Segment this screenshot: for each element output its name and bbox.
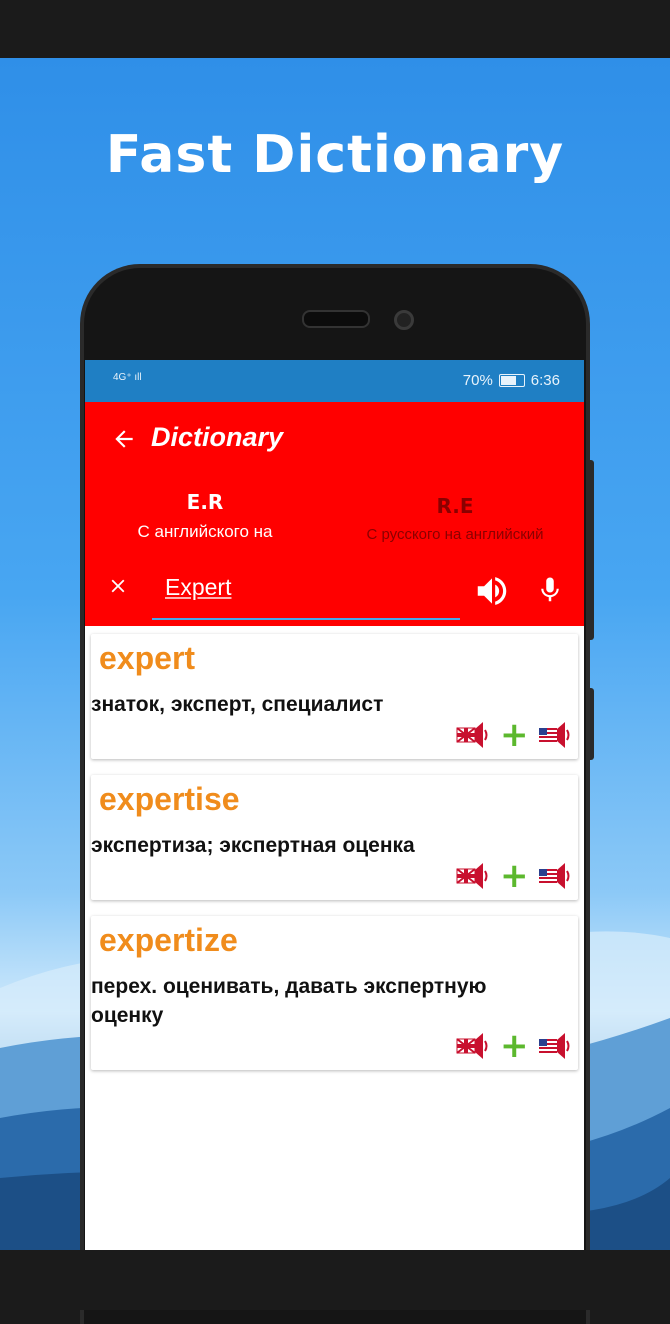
us-pronounce-icon[interactable] — [538, 861, 572, 891]
result-translation: перех. оценивать, давать экспертную оцен… — [91, 975, 487, 1027]
card-actions: + — [456, 718, 572, 752]
microphone-icon[interactable] — [535, 570, 565, 614]
result-card[interactable]: expertize перех. оценивать, давать экспе… — [91, 916, 578, 1070]
search-input[interactable] — [165, 572, 305, 602]
us-pronounce-icon[interactable] — [538, 1031, 572, 1061]
result-translation: знаток, эксперт, специалист — [91, 693, 384, 716]
tab-description: С русского на английский — [366, 526, 544, 543]
result-translation: экспертиза; экспертная оценка — [91, 834, 415, 857]
search-underline — [152, 618, 460, 620]
close-icon[interactable] — [107, 574, 129, 604]
result-card[interactable]: expertise экспертиза; экспертная оценка … — [91, 775, 578, 900]
promo-headline: Fast Dictionary — [105, 125, 565, 185]
arrow-left-icon[interactable] — [111, 426, 137, 459]
signal-indicator: 4G⁺ ıll — [113, 372, 142, 383]
card-actions: + — [456, 1029, 572, 1063]
card-actions: + — [456, 859, 572, 893]
page-title: Dictionary — [151, 422, 284, 452]
speaker-icon[interactable] — [473, 572, 511, 614]
result-card[interactable]: expert знаток, эксперт, специалист + — [91, 634, 578, 759]
result-word: expertize — [99, 922, 238, 958]
tab-code: E.R — [186, 490, 224, 514]
volume-button — [588, 688, 594, 760]
result-word: expertise — [99, 781, 240, 817]
uk-pronounce-icon[interactable] — [456, 861, 490, 891]
app-bar: Dictionary E.R С английского на R.E С ру… — [85, 402, 584, 626]
status-bar: 4G⁺ ıll 70% 6:36 — [85, 360, 584, 402]
us-pronounce-icon[interactable] — [538, 720, 572, 750]
add-icon[interactable]: + — [500, 1029, 529, 1063]
uk-pronounce-icon[interactable] — [456, 720, 490, 750]
add-icon[interactable]: + — [500, 718, 529, 752]
earpiece-speaker — [302, 310, 370, 328]
top-frame — [0, 0, 670, 58]
uk-pronounce-icon[interactable] — [456, 1031, 490, 1061]
tab-russian-english[interactable]: R.E С русского на английский — [335, 494, 575, 543]
front-camera — [394, 310, 414, 330]
bottom-frame — [0, 1250, 670, 1310]
tab-description: С английского на — [137, 522, 273, 541]
tab-code: R.E — [436, 494, 474, 518]
power-button — [588, 460, 594, 640]
tab-english-russian[interactable]: E.R С английского на — [85, 490, 325, 542]
clock: 6:36 — [530, 372, 560, 389]
battery-percent: 70% — [462, 372, 493, 389]
add-icon[interactable]: + — [500, 859, 529, 893]
result-word: expert — [99, 640, 196, 676]
app-screen: 4G⁺ ıll 70% 6:36 Dictionary E.R С англий… — [85, 360, 584, 1250]
battery-icon — [498, 374, 525, 387]
